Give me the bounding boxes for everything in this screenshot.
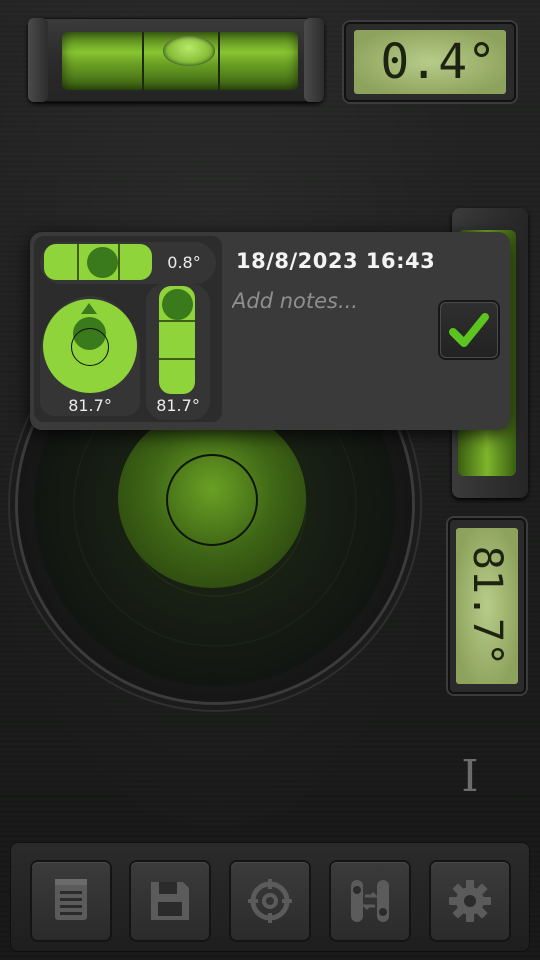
notes-list-icon <box>55 879 87 920</box>
notes-input[interactable] <box>232 284 422 318</box>
save-button[interactable] <box>131 862 209 940</box>
horizontal-angle-readout: 0.4° <box>380 34 496 90</box>
mini-direction-arrow-icon <box>81 303 97 314</box>
swap-levels-icon <box>351 880 389 922</box>
calibrate-button[interactable] <box>231 862 309 940</box>
bullseye-target-ring <box>166 454 258 546</box>
reading-datetime: 18/8/2023 16:43 <box>236 249 436 273</box>
vertical-angle-readout: 81.7° <box>464 545 511 667</box>
horizontal-angle-label: 0.8° <box>167 253 201 272</box>
confirm-checkbox[interactable] <box>440 302 498 358</box>
circle-angle-label: 81.7° <box>68 396 112 415</box>
notes-list-button[interactable] <box>32 862 110 940</box>
save-floppy-icon <box>151 882 189 920</box>
mini-vertical-line-top <box>159 320 195 322</box>
vertical-lcd: 81.7° <box>448 518 526 694</box>
mini-horizontal-line-left <box>77 244 79 280</box>
swap-levels-button[interactable] <box>331 862 409 940</box>
mini-horizontal-bubble <box>87 247 118 278</box>
gear-icon <box>449 880 491 922</box>
text-cursor-icon: I <box>461 751 479 802</box>
checkmark-icon <box>449 313 489 347</box>
horizontal-lcd: 0.4° <box>344 22 516 102</box>
vertical-angle-label: 81.7° <box>156 396 200 415</box>
mini-horizontal-line-right <box>118 244 120 280</box>
calibrate-target-icon <box>248 879 292 923</box>
mini-bullseye-ring <box>71 328 109 366</box>
horizontal-bubble <box>163 36 215 66</box>
mini-vertical-bubble <box>162 289 193 320</box>
mini-vertical-line-bottom <box>159 358 195 360</box>
settings-button[interactable] <box>431 862 509 940</box>
